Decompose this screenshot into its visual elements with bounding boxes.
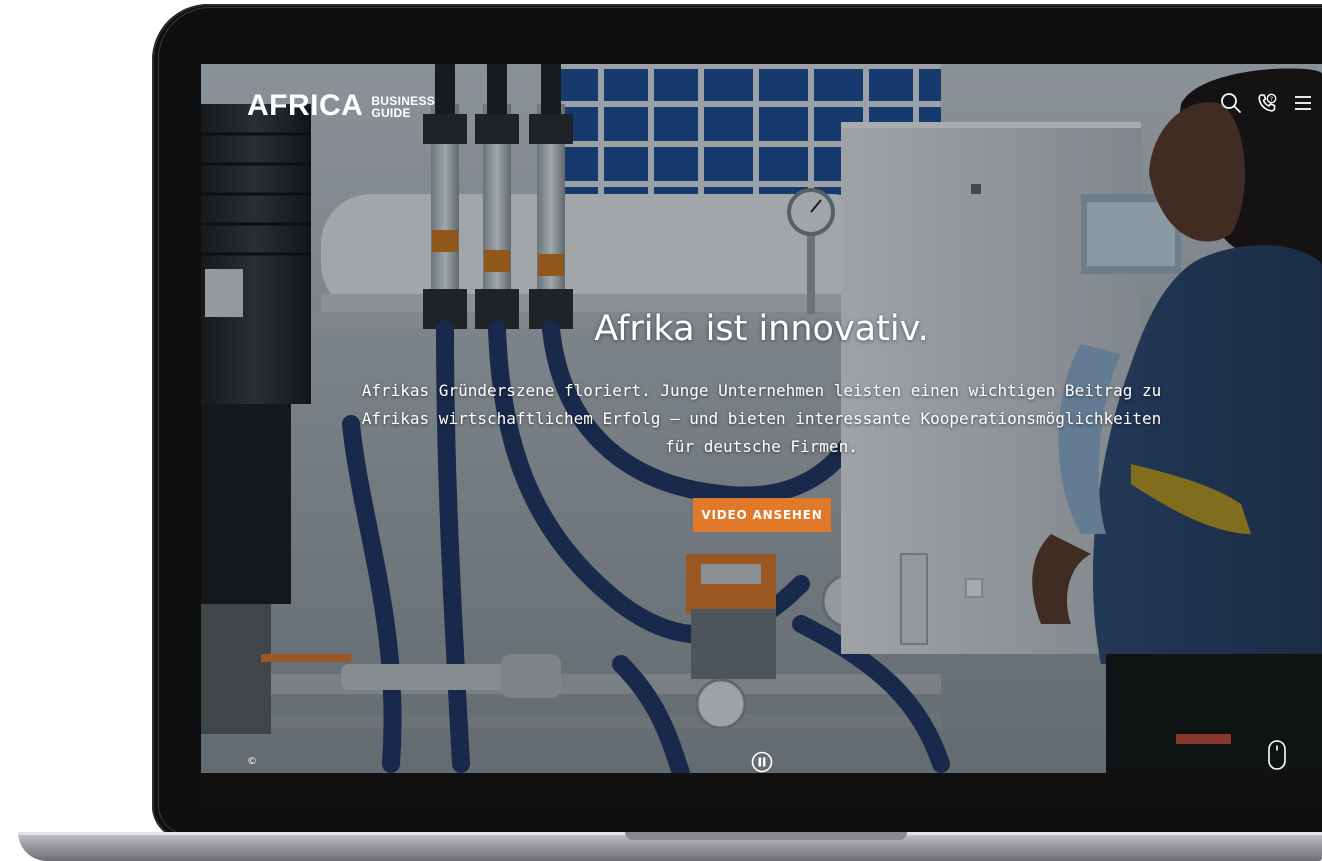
hero-title: Afrika ist innovativ.	[594, 309, 929, 349]
laptop-screen: AFRICA BUSINESS GUIDE ? Afrika ist innov…	[201, 64, 1322, 773]
hero-description: Afrikas Gründerszene floriert. Junge Unt…	[361, 381, 1162, 456]
page: AFRICA BUSINESS GUIDE ? Afrika ist innov…	[0, 0, 1322, 861]
svg-text:?: ?	[1270, 96, 1273, 103]
logo-wordmark: AFRICA	[247, 89, 364, 122]
site-logo[interactable]: AFRICA BUSINESS GUIDE	[247, 91, 435, 121]
search-icon[interactable]	[1220, 92, 1242, 114]
menu-icon[interactable]	[1292, 92, 1314, 114]
laptop-base-notch	[625, 832, 907, 840]
pause-icon[interactable]	[751, 751, 773, 773]
scroll-mouse-icon[interactable]	[1267, 739, 1287, 771]
watch-video-button[interactable]: VIDEO ANSEHEN	[693, 498, 831, 532]
logo-subtitle: BUSINESS GUIDE	[371, 95, 435, 121]
header-actions: ?	[1220, 92, 1314, 114]
phone-icon[interactable]: ?	[1256, 92, 1278, 114]
logo-subtitle-line2: GUIDE	[371, 106, 411, 120]
copyright-symbol[interactable]: ©	[247, 756, 257, 767]
laptop-bottom-bezel	[200, 773, 1322, 805]
